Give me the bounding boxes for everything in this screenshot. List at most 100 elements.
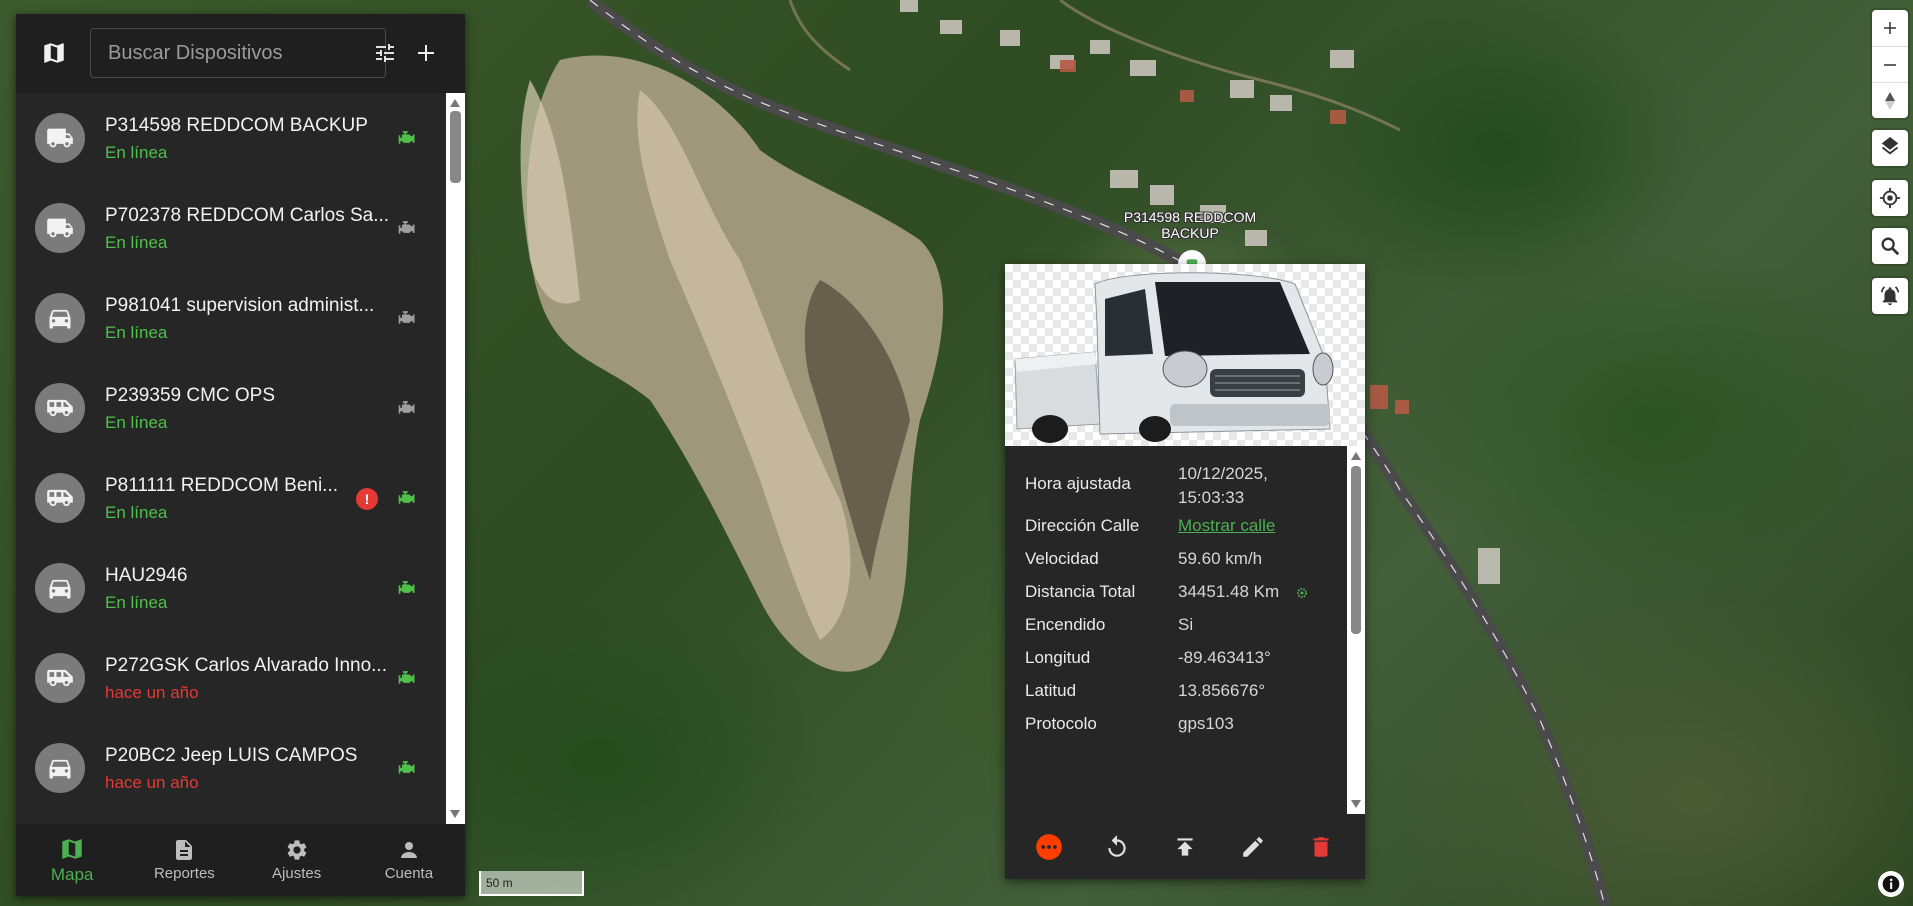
van-icon <box>47 489 73 507</box>
device-avatar <box>35 563 85 613</box>
scroll-down-arrow[interactable] <box>450 810 460 818</box>
show-address-link[interactable]: Mostrar calle <box>1178 516 1338 536</box>
engine-icon <box>397 579 421 597</box>
engine-icon <box>397 489 421 507</box>
device-item[interactable]: P702378 REDDCOM Carlos Sa... En línea <box>16 183 446 273</box>
attr-value: Si <box>1178 615 1194 634</box>
zoom-controls <box>1872 10 1908 118</box>
map-scale: 50 m <box>479 871 584 896</box>
attribution-button[interactable] <box>1878 871 1904 897</box>
scroll-thumb[interactable] <box>1351 466 1361 634</box>
popup-scrollbar[interactable] <box>1347 446 1365 814</box>
replay-button[interactable] <box>1097 827 1137 867</box>
replay-icon <box>1108 834 1126 857</box>
more-button[interactable] <box>1029 827 1069 867</box>
nav-reports-label: Reportes <box>153 865 215 882</box>
attr-value: 13.856676° <box>1178 681 1266 700</box>
engine-icon <box>397 129 421 147</box>
engine-icon <box>397 219 421 237</box>
info-icon <box>1882 875 1900 893</box>
device-item[interactable]: P981041 supervision administ... En línea <box>16 273 446 363</box>
device-avatar <box>35 293 85 343</box>
more-icon <box>1036 833 1062 860</box>
truck-icon <box>47 218 73 238</box>
attr-value: 59.60 km/h <box>1178 549 1263 568</box>
attr-key: Latitud <box>1025 681 1077 700</box>
location-target-icon <box>1879 187 1901 209</box>
device-name: P239359 CMC OPS <box>105 385 276 406</box>
device-avatar <box>35 653 85 703</box>
filter-button[interactable] <box>373 29 397 77</box>
device-search <box>90 28 394 78</box>
device-item[interactable]: P314598 REDDCOM BACKUP En línea <box>16 93 446 183</box>
nav-settings-label: Ajustes <box>272 865 322 882</box>
device-avatar <box>35 473 85 523</box>
map-toggle-button[interactable] <box>38 37 70 69</box>
popup-actions <box>1005 814 1365 879</box>
minus-icon <box>1884 63 1896 66</box>
scroll-up-arrow[interactable] <box>1351 452 1361 460</box>
attr-key: Distancia Total <box>1025 582 1136 601</box>
scroll-up-arrow[interactable] <box>450 99 460 107</box>
notifications-control <box>1872 278 1908 314</box>
nav-reports[interactable]: Reportes <box>128 824 240 896</box>
edit-button[interactable] <box>1233 827 1273 867</box>
device-item[interactable]: P272GSK Carlos Alvarado Inno... hace un a… <box>16 633 446 723</box>
device-status: En línea <box>105 323 168 342</box>
device-status: En línea <box>105 593 168 612</box>
person-icon <box>400 842 417 858</box>
device-item[interactable]: P811111 REDDCOM Beni... En línea! <box>16 453 446 543</box>
delete-button[interactable] <box>1301 827 1341 867</box>
device-marker-label: P314598 REDDCOM BACKUP <box>1123 209 1257 241</box>
add-device-button[interactable] <box>410 37 442 69</box>
device-name: P314598 REDDCOM BACKUP <box>105 115 368 136</box>
device-list-scrollbar[interactable] <box>446 93 465 824</box>
attr-key: Velocidad <box>1025 549 1099 568</box>
engine-icon <box>397 669 421 687</box>
attr-value: -89.463413° <box>1178 648 1271 667</box>
device-list: P314598 REDDCOM BACKUP En línea P702378 RE… <box>16 93 446 824</box>
engine-icon <box>397 309 421 327</box>
attr-key: Hora ajustada <box>1025 474 1131 493</box>
gear-icon[interactable] <box>1295 585 1309 605</box>
compass-button[interactable] <box>1872 82 1908 118</box>
vehicle-photo <box>1005 264 1365 446</box>
gear-icon <box>287 840 306 860</box>
scroll-down-arrow[interactable] <box>1351 800 1361 808</box>
nav-settings[interactable]: Ajustes <box>241 824 353 896</box>
nav-map[interactable]: Mapa <box>16 824 128 896</box>
device-name: HAU2946 <box>105 565 188 586</box>
device-avatar <box>35 383 85 433</box>
device-status: En línea <box>105 233 168 252</box>
compass-icon <box>1885 91 1895 110</box>
upload-icon <box>1177 837 1193 856</box>
bell-alert-icon <box>1880 286 1900 306</box>
attr-value: gps103 <box>1178 714 1234 733</box>
device-status: En línea <box>105 143 168 162</box>
nav-account[interactable]: Cuenta <box>353 824 465 896</box>
attr-key: Encendido <box>1025 615 1106 634</box>
device-item[interactable]: P239359 CMC OPS En línea <box>16 363 446 453</box>
send-command-button[interactable] <box>1165 827 1205 867</box>
attr-value: 10/12/2025, 15:03:33 <box>1178 464 1268 507</box>
attr-key: Dirección Calle <box>1025 516 1140 535</box>
pencil-icon <box>1243 836 1263 857</box>
engine-icon <box>397 759 421 777</box>
map-icon <box>62 838 82 859</box>
truck-icon <box>47 128 73 148</box>
layers-control <box>1872 130 1908 166</box>
device-item[interactable]: HAU2946 En línea <box>16 543 446 633</box>
map-search-button[interactable] <box>1872 228 1908 264</box>
notifications-button[interactable] <box>1872 278 1908 314</box>
search-input[interactable] <box>91 41 373 65</box>
plus-icon <box>1884 22 1896 34</box>
locate-button[interactable] <box>1872 180 1908 216</box>
zoom-out-button[interactable] <box>1872 46 1908 82</box>
scroll-thumb[interactable] <box>450 111 461 183</box>
device-status: hace un año <box>105 683 199 702</box>
device-item[interactable]: P20BC2 Jeep LUIS CAMPOS hace un año <box>16 723 446 813</box>
zoom-in-button[interactable] <box>1872 10 1908 46</box>
truck-image <box>1014 272 1334 443</box>
search-control <box>1872 228 1908 264</box>
layers-button[interactable] <box>1872 130 1908 166</box>
